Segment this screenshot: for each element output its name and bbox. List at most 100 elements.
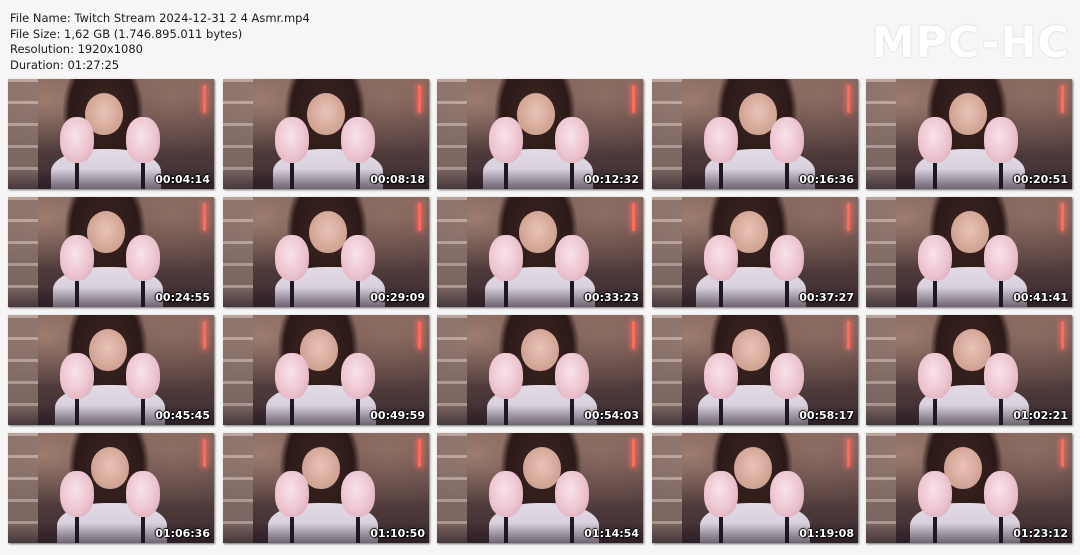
fluffy-microphone	[341, 353, 375, 399]
thumbnail-timestamp: 01:10:50	[370, 527, 425, 540]
fluffy-microphone	[555, 117, 589, 163]
fluffy-microphone	[704, 117, 738, 163]
thumbnail-timestamp: 00:41:41	[1013, 291, 1068, 304]
led-light	[418, 203, 421, 231]
fluffy-microphone	[984, 235, 1018, 281]
streamer-face	[734, 447, 772, 489]
streamer-face	[307, 93, 345, 135]
video-thumbnail: 01:10:50	[223, 433, 429, 543]
fluffy-microphone	[60, 471, 94, 517]
video-thumbnail: 00:24:55	[8, 197, 214, 307]
led-light	[1061, 321, 1064, 349]
fluffy-microphone	[60, 235, 94, 281]
fluffy-microphone	[126, 471, 160, 517]
streamer-face	[91, 447, 129, 489]
fluffy-microphone	[341, 117, 375, 163]
fluffy-microphone	[984, 117, 1018, 163]
fluffy-microphone	[489, 235, 523, 281]
thumbnail-timestamp: 00:20:51	[1013, 173, 1068, 186]
fluffy-microphone	[704, 235, 738, 281]
led-light	[203, 85, 206, 113]
led-light	[1061, 203, 1064, 231]
led-light	[847, 321, 850, 349]
thumbnail-timestamp: 00:45:45	[155, 409, 210, 422]
video-thumbnail: 00:41:41	[866, 197, 1072, 307]
duration: Duration: 01:27:25	[10, 57, 120, 72]
video-thumbnail: 00:12:32	[437, 79, 643, 189]
video-thumbnail: 00:33:23	[437, 197, 643, 307]
thumbnail-timestamp: 00:33:23	[584, 291, 639, 304]
thumbnail-timestamp: 00:49:59	[370, 409, 425, 422]
video-thumbnail: 00:16:36	[652, 79, 858, 189]
fluffy-microphone	[555, 471, 589, 517]
fluffy-microphone	[275, 471, 309, 517]
led-light	[847, 85, 850, 113]
file-info: File Name: Twitch Stream 2024-12-31 2 4 …	[10, 11, 310, 73]
led-light	[418, 439, 421, 467]
led-light	[418, 85, 421, 113]
fluffy-microphone	[60, 117, 94, 163]
thumbnail-timestamp: 01:23:12	[1013, 527, 1068, 540]
streamer-face	[732, 329, 770, 371]
thumbnail-timestamp: 01:19:08	[799, 527, 854, 540]
thumbnail-grid: 00:04:14 00:08:18 00:12:32 00:16:36 00:20:51…	[8, 79, 1072, 545]
video-thumbnail: 00:37:27	[652, 197, 858, 307]
fluffy-microphone	[126, 353, 160, 399]
streamer-face	[89, 329, 127, 371]
led-light	[203, 321, 206, 349]
video-thumbnail: 00:29:09	[223, 197, 429, 307]
video-thumbnail: 00:04:14	[8, 79, 214, 189]
thumbnail-timestamp: 00:16:36	[799, 173, 854, 186]
file-size: File Size: 1,62 GB (1.746.895.011 bytes)	[10, 26, 243, 41]
thumbnail-timestamp: 00:37:27	[799, 291, 854, 304]
fluffy-microphone	[341, 471, 375, 517]
led-light	[632, 439, 635, 467]
fluffy-microphone	[770, 471, 804, 517]
fluffy-microphone	[489, 353, 523, 399]
video-thumbnail: 01:14:54	[437, 433, 643, 543]
streamer-face	[517, 93, 555, 135]
thumbnail-timestamp: 00:12:32	[584, 173, 639, 186]
led-light	[1061, 85, 1064, 113]
led-light	[632, 203, 635, 231]
fluffy-microphone	[275, 235, 309, 281]
led-light	[632, 321, 635, 349]
streamer-face	[949, 93, 987, 135]
video-thumbnail: 01:23:12	[866, 433, 1072, 543]
led-light	[847, 439, 850, 467]
fluffy-microphone	[489, 471, 523, 517]
mpc-hc-logo: MPC-HC	[871, 18, 1070, 68]
fluffy-microphone	[275, 353, 309, 399]
led-light	[632, 85, 635, 113]
fluffy-microphone	[770, 117, 804, 163]
fluffy-microphone	[489, 117, 523, 163]
thumbnail-timestamp: 00:04:14	[155, 173, 210, 186]
led-light	[203, 203, 206, 231]
thumbnail-timestamp: 00:24:55	[155, 291, 210, 304]
video-thumbnail: 01:19:08	[652, 433, 858, 543]
led-light	[1061, 439, 1064, 467]
fluffy-microphone	[555, 235, 589, 281]
resolution: Resolution: 1920x1080	[10, 42, 143, 56]
video-thumbnail: 00:58:17	[652, 315, 858, 425]
video-thumbnail: 00:20:51	[866, 79, 1072, 189]
fluffy-microphone	[60, 353, 94, 399]
fluffy-microphone	[275, 117, 309, 163]
led-light	[203, 439, 206, 467]
fluffy-microphone	[126, 235, 160, 281]
file-name: File Name: Twitch Stream 2024-12-31 2 4 …	[10, 11, 310, 25]
fluffy-microphone	[341, 235, 375, 281]
thumbnail-timestamp: 01:14:54	[584, 527, 639, 540]
fluffy-microphone	[918, 117, 952, 163]
fluffy-microphone	[704, 353, 738, 399]
fluffy-microphone	[770, 235, 804, 281]
video-thumbnail: 00:45:45	[8, 315, 214, 425]
fluffy-microphone	[918, 471, 952, 517]
fluffy-microphone	[126, 117, 160, 163]
thumbnail-timestamp: 00:29:09	[370, 291, 425, 304]
fluffy-microphone	[704, 471, 738, 517]
thumbnail-timestamp: 00:08:18	[370, 173, 425, 186]
video-thumbnail: 00:49:59	[223, 315, 429, 425]
thumbnail-timestamp: 00:54:03	[584, 409, 639, 422]
fluffy-microphone	[984, 353, 1018, 399]
